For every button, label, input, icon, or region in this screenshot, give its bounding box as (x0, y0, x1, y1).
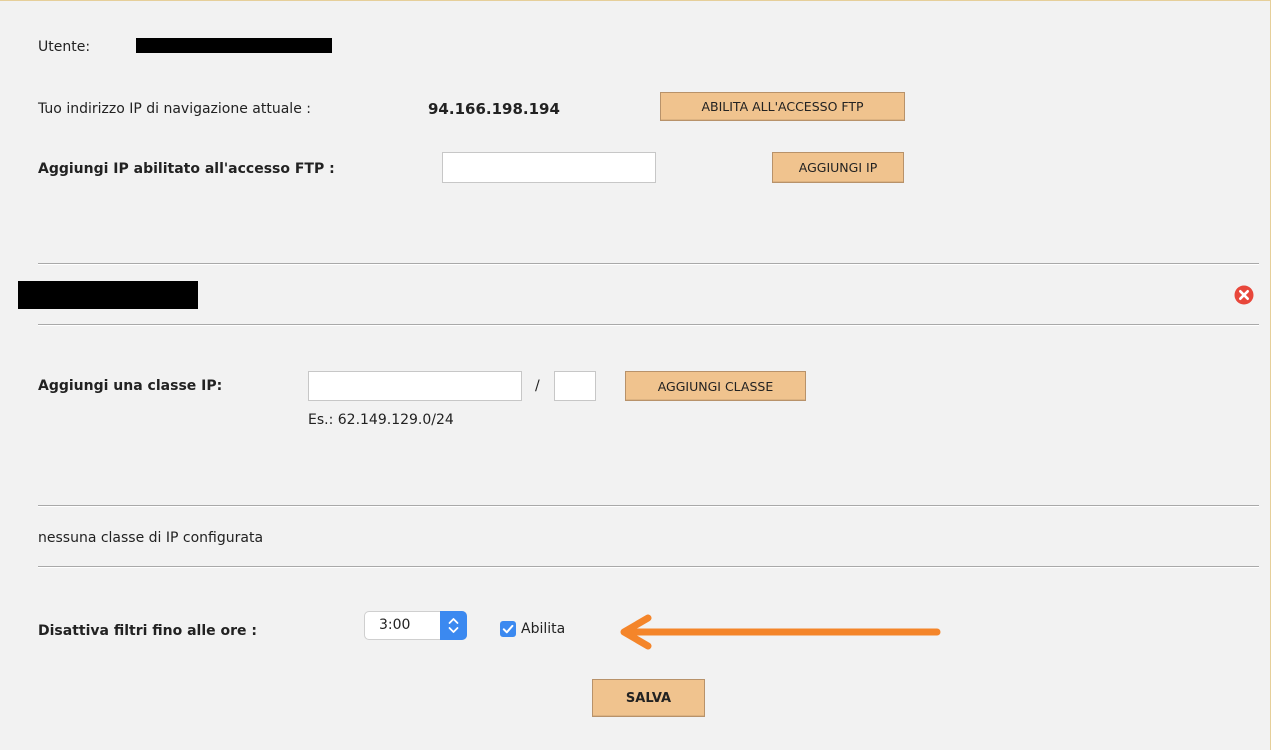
add-ip-input[interactable] (442, 152, 656, 183)
current-ip-label: Tuo indirizzo IP di navigazione attuale … (38, 101, 311, 117)
add-ip-label: Aggiungi IP abilitato all'accesso FTP : (38, 161, 335, 177)
ftp-settings-panel: Utente: Tuo indirizzo IP di navigazione … (0, 0, 1271, 750)
divider (38, 324, 1259, 326)
user-label: Utente: (38, 39, 91, 55)
ip-class-example: Es.: 62.149.129.0/24 (308, 412, 454, 428)
add-ip-class-label: Aggiungi una classe IP: (38, 378, 223, 394)
save-button[interactable]: SALVA (592, 679, 705, 717)
divider (38, 505, 1259, 507)
add-ip-class-button[interactable]: AGGIUNGI CLASSE (625, 371, 806, 401)
checkmark-icon (502, 624, 514, 634)
close-circle-icon[interactable] (1234, 285, 1254, 305)
select-arrows (440, 611, 467, 640)
filter-time-select[interactable]: 3:00 (364, 611, 467, 640)
enable-filter-checkbox[interactable] (500, 621, 516, 637)
enable-filter-label: Abilita (521, 621, 566, 637)
disable-filters-label: Disattiva filtri fino alle ore : (38, 623, 258, 639)
divider (38, 566, 1259, 568)
ip-class-slash: / (535, 378, 540, 394)
filter-time-value: 3:00 (379, 617, 411, 633)
arrow-left-icon (620, 614, 941, 650)
ip-class-address-input[interactable] (308, 371, 522, 401)
enable-ftp-access-button[interactable]: ABILITA ALL'ACCESSO FTP (660, 92, 905, 121)
divider (38, 263, 1259, 265)
chevron-up-down-icon (448, 618, 459, 633)
current-ip-value: 94.166.198.194 (428, 100, 560, 118)
redacted-section-title (18, 281, 198, 309)
no-ip-class-message: nessuna classe di IP configurata (38, 530, 264, 546)
redacted-username (136, 38, 332, 53)
add-ip-button[interactable]: AGGIUNGI IP (772, 152, 904, 183)
ip-class-mask-input[interactable] (554, 371, 596, 401)
